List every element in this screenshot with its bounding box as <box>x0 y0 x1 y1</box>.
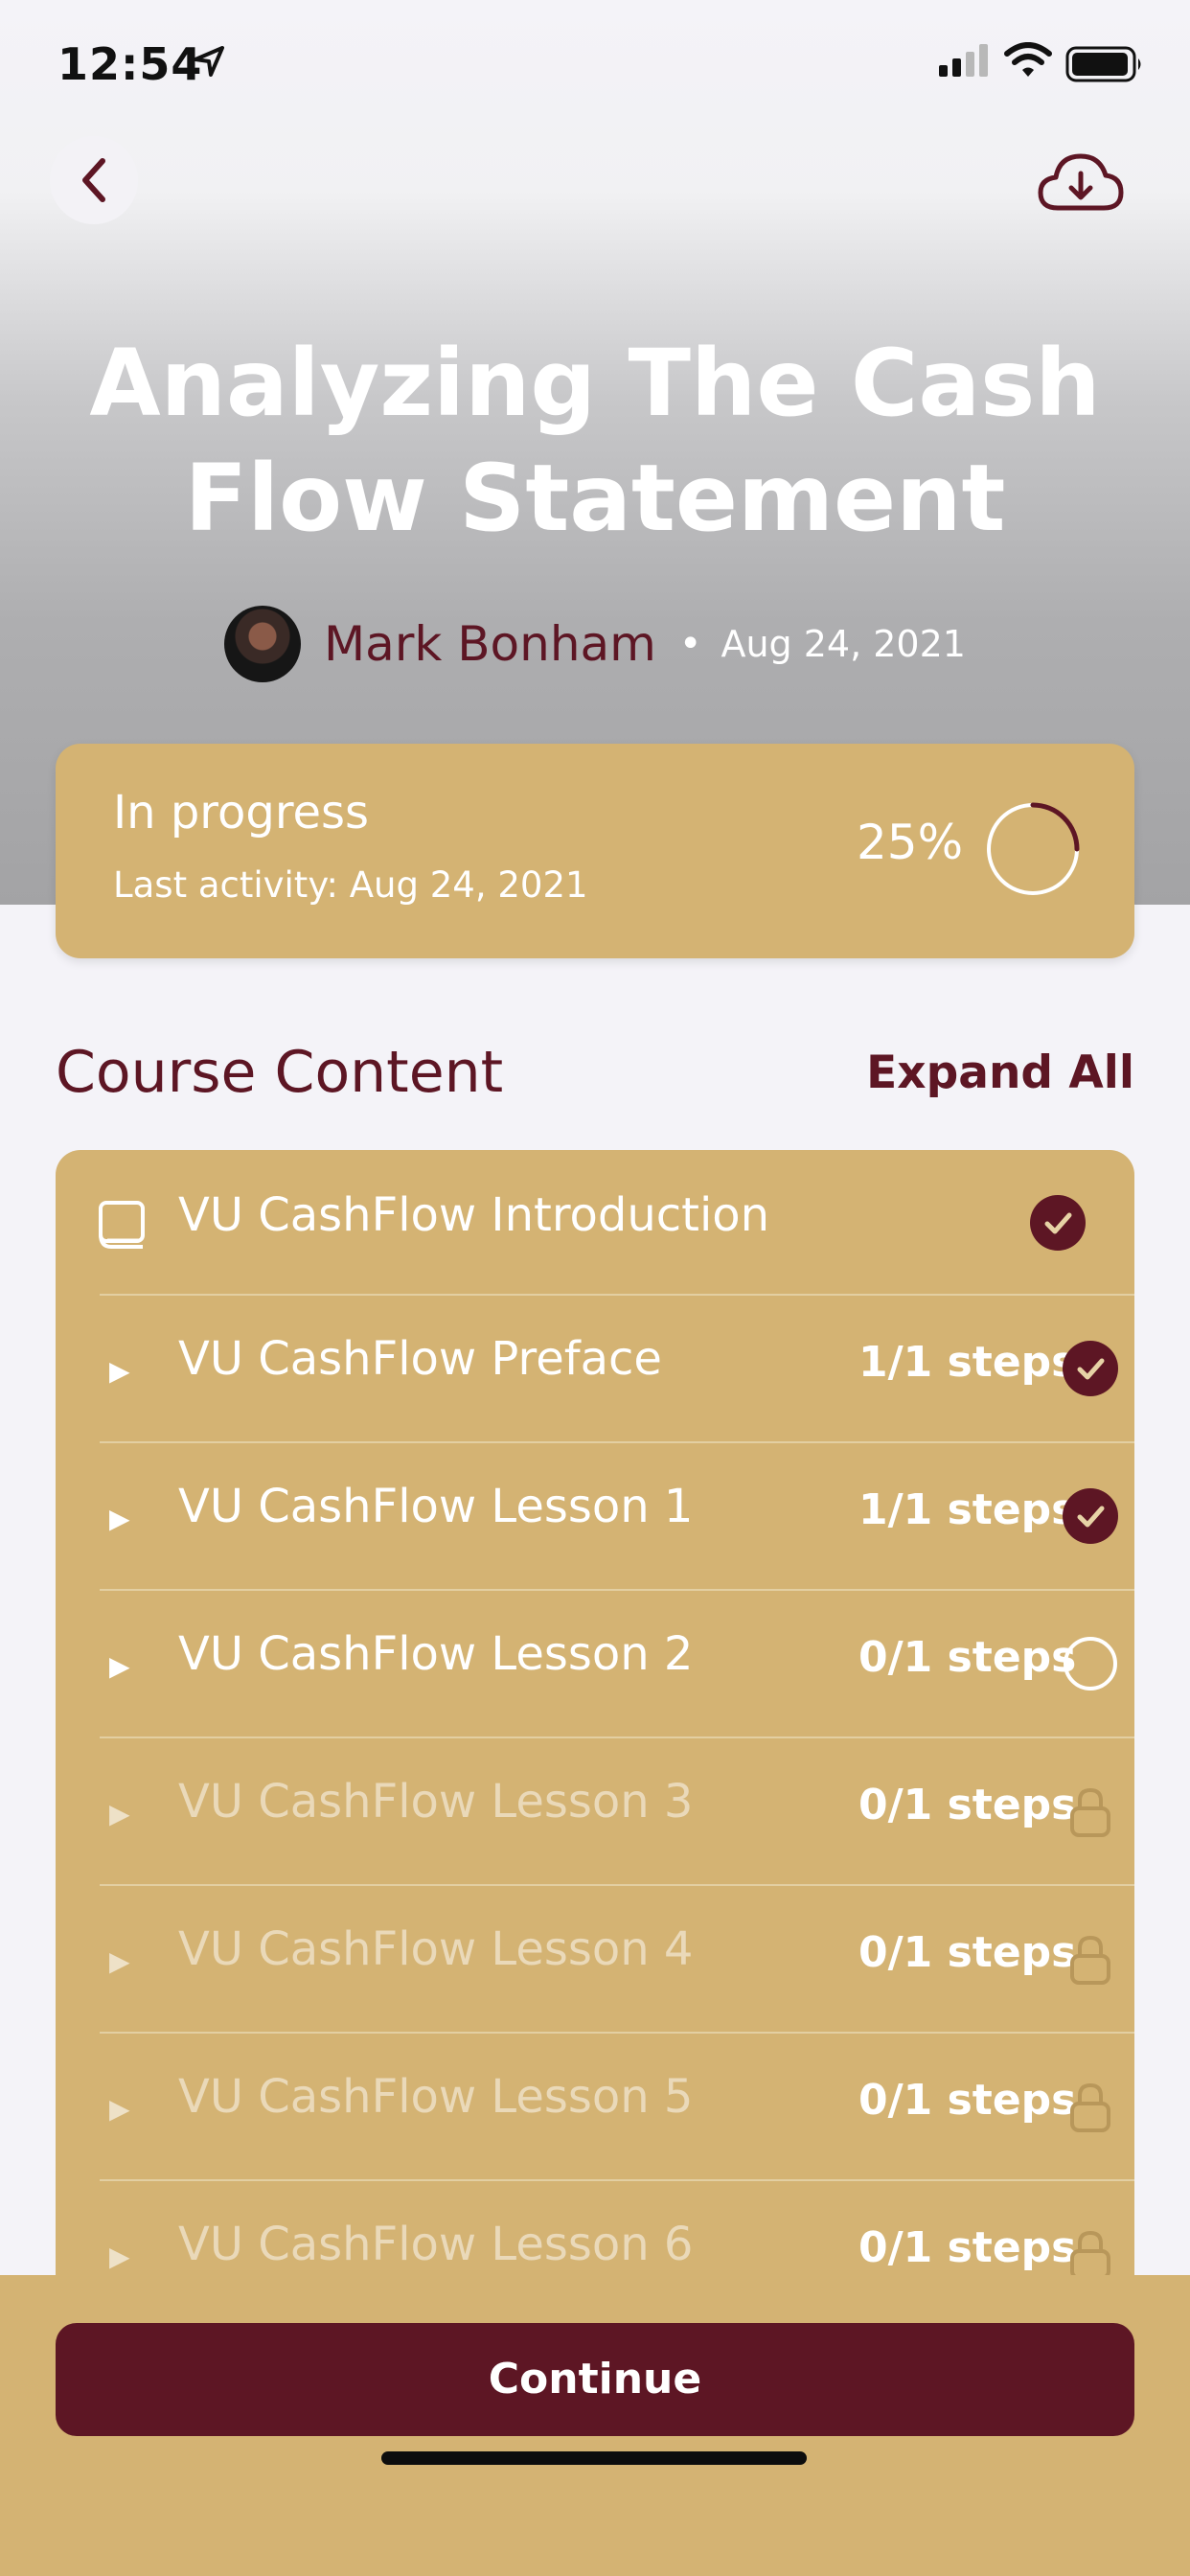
last-activity: Last activity: Aug 24, 2021 <box>113 864 588 906</box>
meta-separator: • <box>678 622 702 666</box>
lesson-row[interactable]: ▶ VU CashFlow Lesson 1 1/1 steps <box>100 1441 1134 1589</box>
lesson-label: VU CashFlow Lesson 5 <box>178 2070 694 2124</box>
expand-arrow-icon[interactable]: ▶ <box>109 2093 130 2125</box>
expand-arrow-icon[interactable]: ▶ <box>109 2241 130 2272</box>
course-date: Aug 24, 2021 <box>721 623 966 665</box>
course-content-list: VU CashFlow Introduction ▶ VU CashFlow Pr… <box>56 1150 1134 2300</box>
lesson-label: VU CashFlow Lesson 3 <box>178 1775 694 1828</box>
home-indicator <box>381 2451 807 2465</box>
topic-row[interactable]: VU CashFlow Introduction <box>56 1150 1134 1294</box>
back-button[interactable] <box>50 136 138 224</box>
lesson-steps: 0/1 steps <box>858 2076 1077 2125</box>
lesson-label: VU CashFlow Lesson 2 <box>178 1627 694 1681</box>
check-complete-icon <box>1063 1341 1118 1396</box>
expand-arrow-icon[interactable]: ▶ <box>109 1798 130 1829</box>
expand-arrow-icon[interactable]: ▶ <box>109 1355 130 1387</box>
status-time: 12:54 <box>57 38 203 90</box>
download-button[interactable] <box>1033 142 1129 222</box>
lock-icon <box>1070 2230 1110 2280</box>
lesson-label: VU CashFlow Lesson 1 <box>178 1480 694 1533</box>
lesson-row[interactable]: ▶ VU CashFlow Lesson 4 0/1 steps <box>100 1884 1134 2032</box>
expand-all-button[interactable]: Expand All <box>866 1046 1134 1099</box>
lock-icon <box>1070 2082 1110 2132</box>
bottom-bar: Continue <box>0 2275 1190 2576</box>
lesson-row[interactable]: ▶ VU CashFlow Lesson 3 0/1 steps <box>100 1736 1134 1884</box>
status-bar: 12:54 <box>0 0 1190 134</box>
section-title: Course Content <box>56 1039 504 1106</box>
lesson-label: VU CashFlow Lesson 6 <box>178 2218 694 2271</box>
expand-arrow-icon[interactable]: ▶ <box>109 1650 130 1682</box>
cellular-signal-icon <box>939 44 988 77</box>
author-name[interactable]: Mark Bonham <box>324 616 656 672</box>
battery-icon <box>1065 46 1141 82</box>
check-complete-icon <box>1063 1488 1118 1544</box>
progress-status: In progress <box>113 786 370 840</box>
lock-icon <box>1070 1787 1110 1837</box>
wifi-icon <box>1004 42 1052 77</box>
course-title: Analyzing The Cash Flow Statement <box>89 330 1101 552</box>
lesson-steps: 1/1 steps <box>858 1338 1077 1387</box>
lesson-steps: 0/1 steps <box>858 2223 1077 2272</box>
expand-arrow-icon[interactable]: ▶ <box>109 1503 130 1534</box>
progress-percent: 25% <box>857 815 964 870</box>
lock-icon <box>1070 1935 1110 1985</box>
location-arrow-icon <box>194 46 224 77</box>
course-content-header: Course Content Expand All <box>56 1039 1134 1116</box>
lesson-steps: 0/1 steps <box>858 1928 1077 1977</box>
lesson-label: VU CashFlow Lesson 4 <box>178 1922 694 1976</box>
lesson-list: ▶ VU CashFlow Preface 1/1 steps ▶ VU CashFlo… <box>56 1294 1134 2300</box>
cloud-download-icon <box>1038 153 1124 211</box>
lesson-row[interactable]: ▶ VU CashFlow Preface 1/1 steps <box>100 1294 1134 1441</box>
incomplete-circle-icon <box>1064 1637 1117 1690</box>
book-icon <box>99 1201 145 1249</box>
progress-ring-icon <box>987 802 1080 895</box>
expand-arrow-icon[interactable]: ▶ <box>109 1945 130 1977</box>
topic-label: VU CashFlow Introduction <box>178 1188 770 1242</box>
author-avatar <box>224 606 302 682</box>
progress-card: In progress Last activity: Aug 24, 2021 … <box>56 744 1134 958</box>
chevron-left-icon <box>82 158 105 202</box>
continue-button[interactable]: Continue <box>56 2323 1134 2436</box>
lesson-steps: 0/1 steps <box>858 1781 1077 1829</box>
lesson-steps: 1/1 steps <box>858 1485 1077 1534</box>
lesson-row[interactable]: ▶ VU CashFlow Lesson 2 0/1 steps <box>100 1589 1134 1736</box>
lesson-label: VU CashFlow Preface <box>178 1332 662 1386</box>
check-complete-icon <box>1030 1195 1086 1251</box>
lesson-steps: 0/1 steps <box>858 1633 1077 1682</box>
author-row: Mark Bonham • Aug 24, 2021 <box>0 606 1190 682</box>
lesson-row[interactable]: ▶ VU CashFlow Lesson 5 0/1 steps <box>100 2032 1134 2179</box>
